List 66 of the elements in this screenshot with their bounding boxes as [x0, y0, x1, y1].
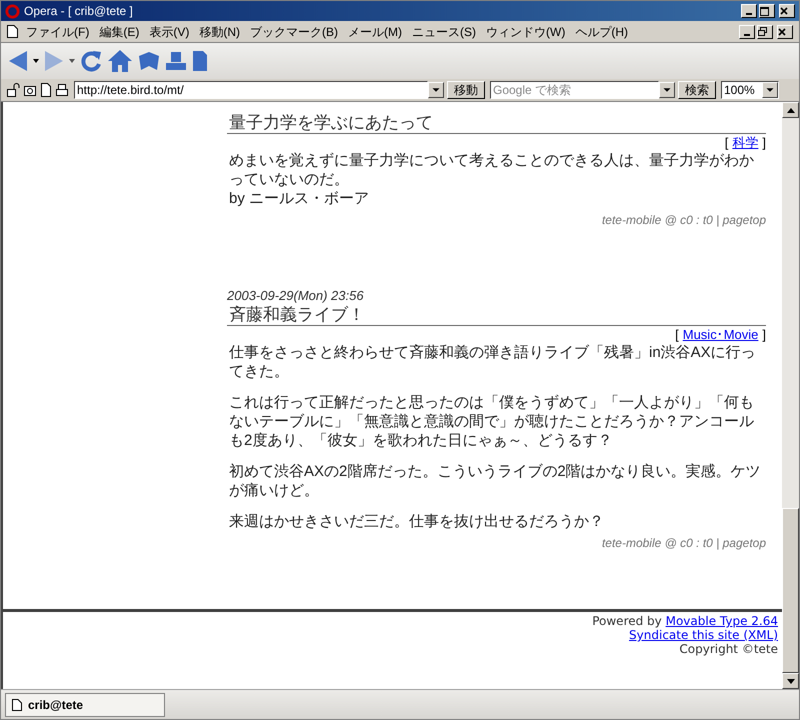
dropdown-caret-icon[interactable]: [33, 59, 39, 63]
bracket: ]: [762, 135, 766, 151]
back-arrow-icon[interactable]: [7, 49, 29, 73]
menu-item[interactable]: 移動(N): [199, 22, 240, 40]
syndicate-link[interactable]: Syndicate this site (XML): [629, 628, 778, 642]
menu-item[interactable]: メール(M): [348, 22, 402, 40]
go-button[interactable]: 移動: [447, 81, 485, 99]
zoom-dropdown[interactable]: 100%: [721, 81, 779, 99]
menu-item[interactable]: 編集(E): [99, 22, 140, 40]
address-field[interactable]: http://tete.bird.to/mt/: [74, 81, 428, 99]
entry-paragraph: これは行って正解だったと思ったのは「僕をうずめて」「一人よがり」「何もないテーブルに」「無意識と意識の間で」が聴けたことだろうか？アンコールも2度あり、「彼女」を歌われた日にゃぁ～、どうるす？: [228, 393, 755, 450]
padlock-icon[interactable]: [6, 83, 20, 97]
menu-item[interactable]: ウィンドウ(W): [486, 22, 566, 40]
scrollbar[interactable]: [782, 102, 799, 689]
menu-item[interactable]: ブックマーク(B): [250, 22, 338, 40]
printer-icon[interactable]: [55, 83, 69, 97]
entry-paragraph: 仕事をさっさと終わらせて斉藤和義の弾き語りライブ「残暑」in渋谷AXに行ってきた。: [228, 343, 757, 381]
entry-title: 斉藤和義ライブ！: [227, 304, 766, 326]
scrollbar-thumb[interactable]: [782, 508, 799, 673]
bookmarks-icon[interactable]: [137, 50, 161, 72]
page-tab[interactable]: crib@tete: [5, 692, 165, 716]
close-button[interactable]: [779, 4, 795, 18]
menu-item[interactable]: ファイル(F): [26, 22, 90, 40]
movable-type-link[interactable]: Movable Type 2.64: [666, 614, 778, 628]
entry-paragraph: 来週はかせきさいだ三だ。仕事を抜け出せるだろうか？: [228, 512, 605, 531]
opera-logo-icon: [5, 4, 20, 18]
camera-icon[interactable]: [23, 83, 37, 97]
page-icon: [12, 698, 22, 710]
home-icon[interactable]: [107, 49, 133, 73]
menu-item[interactable]: ニュース(S): [412, 22, 476, 40]
page-icon: [7, 25, 18, 38]
entry-footer: tete-mobile @ c0 : t0 | pagetop: [602, 535, 766, 551]
reload-icon[interactable]: [79, 49, 103, 73]
entry-paragraph: めまいを覚えずに量子力学について考えることのできる人は、量子力学がわかっていないのだ。 by ニールス・ボーア: [228, 151, 755, 208]
entry-paragraph: 初めて渋谷AXの2階席だった。こういうライブの2階はかなり良い。実感。ケツが痛いけど。: [228, 462, 762, 500]
powered-by-label: Powered by: [592, 614, 663, 628]
minimize-button[interactable]: [741, 4, 757, 18]
dropdown-caret-icon[interactable]: [69, 59, 75, 63]
menu-item[interactable]: 表示(V): [149, 22, 190, 40]
restore-icon: [758, 27, 767, 36]
copyright-text: Copyright ©tete: [679, 642, 778, 656]
window-title: Opera - [ crib@tete ]: [24, 3, 134, 20]
close-icon: [780, 7, 788, 15]
search-button[interactable]: 検索: [678, 81, 716, 99]
bracket: ]: [762, 327, 766, 343]
maximize-icon: [760, 6, 769, 16]
category-link[interactable]: 科学: [732, 135, 758, 151]
maximize-button[interactable]: [759, 4, 775, 18]
scroll-up-icon[interactable]: [786, 108, 794, 112]
minimize-button[interactable]: [739, 24, 755, 38]
minimize-icon: [746, 13, 752, 15]
bracket: [: [675, 327, 679, 343]
close-button[interactable]: [777, 24, 793, 38]
entry-footer: tete-mobile @ c0 : t0 | pagetop: [602, 212, 766, 228]
category-link[interactable]: Music･Movie: [682, 327, 758, 343]
close-icon: [778, 28, 786, 36]
bracket: [: [724, 135, 728, 151]
page-icon[interactable]: [40, 83, 52, 97]
print-icon[interactable]: [165, 50, 187, 72]
entry-date: 2003-09-29(Mon) 23:56: [227, 288, 365, 304]
search-field[interactable]: Google で検索: [490, 81, 659, 99]
minimize-icon: [744, 34, 750, 36]
scroll-down-icon[interactable]: [786, 678, 794, 684]
menu-item[interactable]: ヘルプ(H): [575, 22, 628, 40]
entry-title: 量子力学を学ぶにあたって: [227, 112, 766, 134]
restore-button[interactable]: [757, 24, 773, 38]
